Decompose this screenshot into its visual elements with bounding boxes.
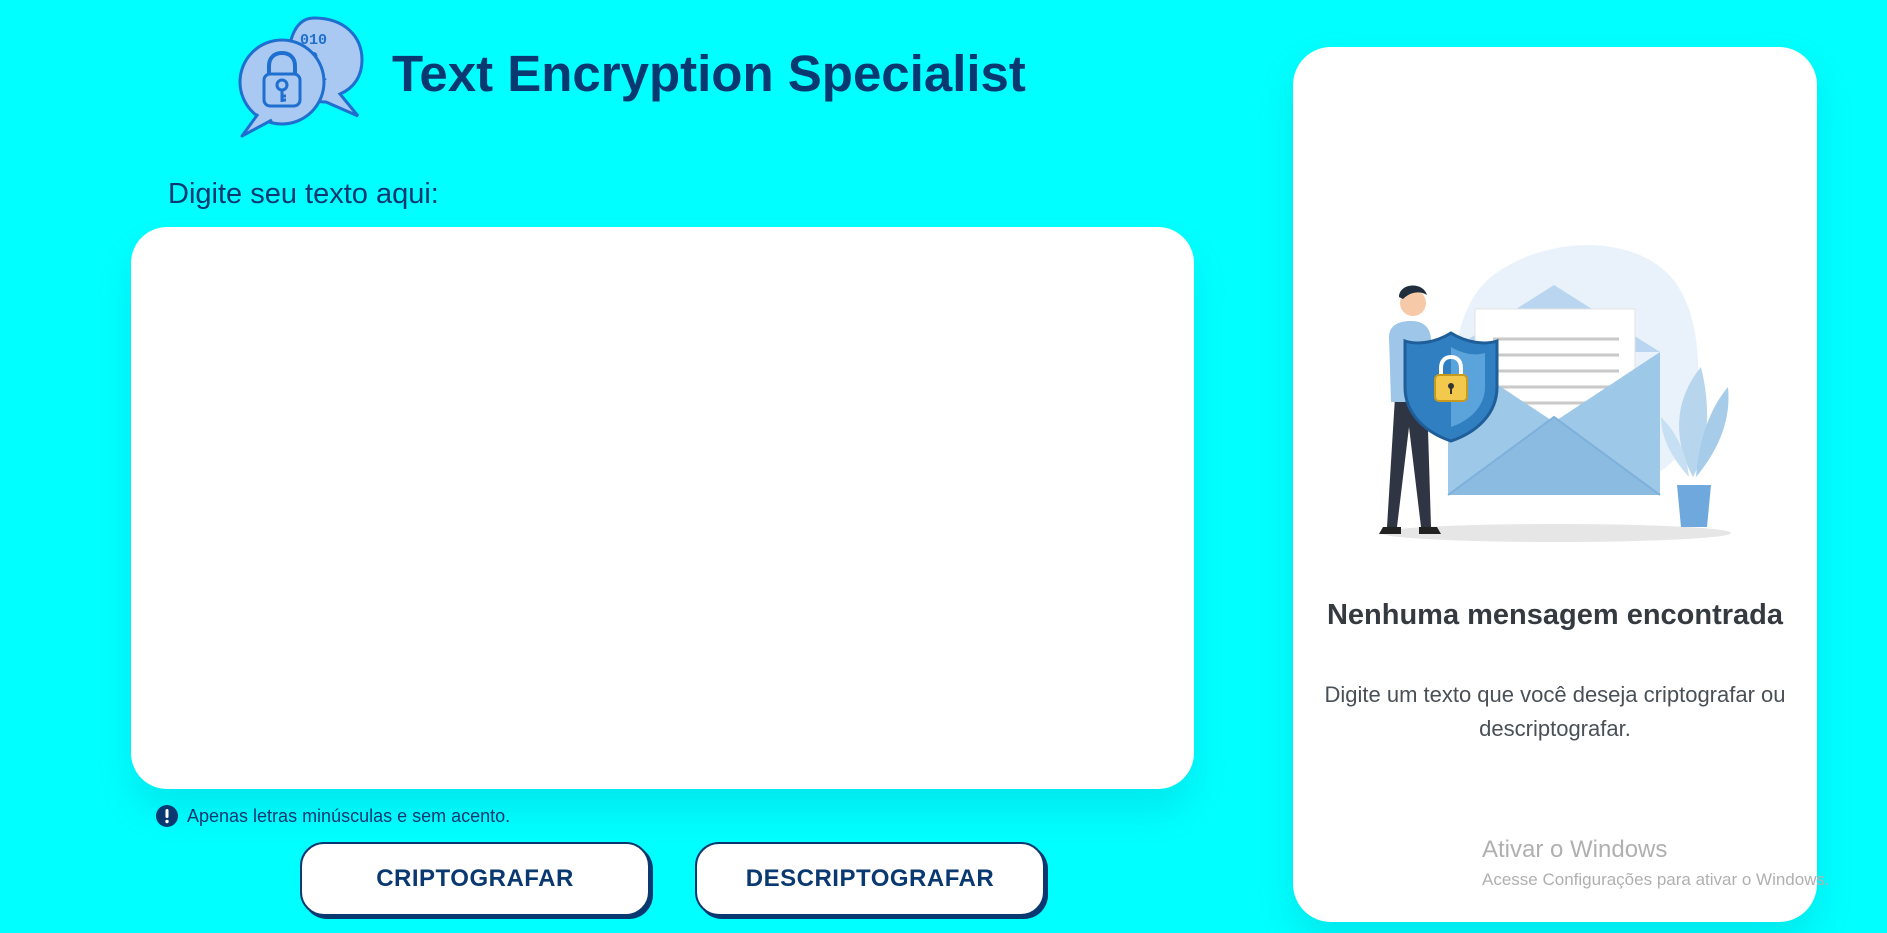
empty-state-title: Nenhuma mensagem encontrada [1326, 599, 1784, 631]
encrypted-chat-icon: 010 IO I01 [236, 14, 366, 139]
exclamation-circle-icon [156, 805, 178, 827]
man-shield-envelope-illustration [1379, 245, 1731, 542]
windows-activation-watermark: Ativar o Windows Acesse Configurações pa… [1482, 835, 1830, 891]
empty-state-description: Digite um texto que você deseja criptogr… [1324, 682, 1786, 741]
text-input[interactable] [131, 227, 1194, 789]
watermark-subtitle: Acesse Configurações para ativar o Windo… [1482, 870, 1830, 889]
encrypt-button[interactable]: CRIPTOGRAFAR [300, 842, 650, 916]
decrypt-button[interactable]: DESCRIPTOGRAFAR [695, 842, 1045, 916]
output-panel: Nenhuma mensagem encontrada Digite um te… [1293, 47, 1817, 922]
input-label: Digite seu texto aqui: [168, 178, 439, 210]
hint-text: Apenas letras minúsculas e sem acento. [187, 805, 511, 826]
input-hint: Apenas letras minúsculas e sem acento. [155, 804, 510, 828]
watermark-title: Ativar o Windows [1482, 836, 1668, 863]
app-title: Text Encryption Specialist [392, 45, 1026, 102]
